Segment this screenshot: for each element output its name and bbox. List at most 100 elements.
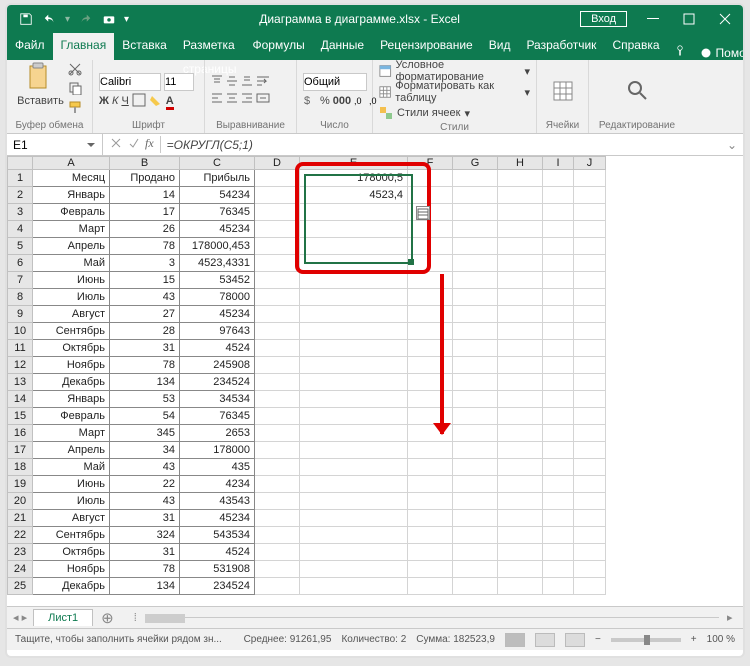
cell[interactable] (300, 306, 408, 323)
cell[interactable]: 15 (110, 272, 180, 289)
row-header[interactable]: 22 (8, 527, 33, 544)
zoom-slider[interactable] (611, 638, 681, 642)
cell[interactable] (408, 527, 453, 544)
cell[interactable] (300, 238, 408, 255)
cell[interactable] (574, 578, 606, 595)
cell[interactable]: 43 (110, 289, 180, 306)
name-box[interactable]: E1 (7, 134, 103, 156)
cell[interactable] (574, 425, 606, 442)
cell[interactable]: Август (33, 306, 110, 323)
cancel-icon[interactable] (109, 136, 123, 153)
cell[interactable] (498, 204, 543, 221)
row-header[interactable]: 24 (8, 561, 33, 578)
cell[interactable] (498, 272, 543, 289)
cell[interactable] (453, 442, 498, 459)
autofill-options-icon[interactable] (416, 206, 430, 220)
row-header[interactable]: 16 (8, 425, 33, 442)
cell[interactable] (498, 425, 543, 442)
cell[interactable]: 17 (110, 204, 180, 221)
cell[interactable]: Ноябрь (33, 561, 110, 578)
cell[interactable] (498, 459, 543, 476)
row-header[interactable]: 17 (8, 442, 33, 459)
cell[interactable] (543, 544, 574, 561)
cell[interactable] (255, 425, 300, 442)
cell[interactable] (453, 476, 498, 493)
row-header[interactable]: 11 (8, 340, 33, 357)
cell[interactable] (300, 459, 408, 476)
expand-formula-icon[interactable]: ⌄ (721, 138, 743, 152)
cell[interactable]: Месяц (33, 170, 110, 187)
cell[interactable]: 31 (110, 544, 180, 561)
cell-styles-button[interactable]: Стили ячеек ▾ (379, 104, 530, 122)
cell[interactable]: 45234 (180, 221, 255, 238)
cell[interactable] (255, 187, 300, 204)
cell[interactable] (543, 374, 574, 391)
cell[interactable]: Июнь (33, 476, 110, 493)
cell[interactable] (408, 561, 453, 578)
table-format-button[interactable]: Форматировать как таблицу ▾ (379, 83, 530, 101)
cell[interactable]: 4524 (180, 544, 255, 561)
cell[interactable]: Апрель (33, 238, 110, 255)
cell[interactable] (300, 544, 408, 561)
cell[interactable] (574, 187, 606, 204)
row-header[interactable]: 19 (8, 476, 33, 493)
cells-icon[interactable] (552, 76, 574, 106)
cell[interactable] (498, 408, 543, 425)
row-header[interactable]: 14 (8, 391, 33, 408)
cell[interactable] (255, 323, 300, 340)
cell[interactable]: 43 (110, 493, 180, 510)
cell[interactable]: 234524 (180, 374, 255, 391)
cell[interactable] (543, 170, 574, 187)
copy-icon[interactable] (68, 81, 82, 98)
row-header[interactable]: 3 (8, 204, 33, 221)
cell[interactable] (255, 289, 300, 306)
cell[interactable] (543, 510, 574, 527)
cell[interactable] (255, 238, 300, 255)
format-painter-icon[interactable] (68, 100, 82, 117)
sheet-tab[interactable]: Лист1 (33, 609, 93, 626)
cell[interactable] (498, 187, 543, 204)
cell[interactable] (300, 323, 408, 340)
cell[interactable]: 78000 (180, 289, 255, 306)
cell[interactable] (453, 493, 498, 510)
cell[interactable] (255, 340, 300, 357)
cell[interactable] (453, 459, 498, 476)
cell[interactable] (498, 170, 543, 187)
cell[interactable] (408, 323, 453, 340)
cell[interactable] (300, 357, 408, 374)
cell[interactable] (574, 306, 606, 323)
cell[interactable] (574, 272, 606, 289)
cell[interactable]: 27 (110, 306, 180, 323)
cell[interactable] (408, 170, 453, 187)
view-pagebreak-icon[interactable] (565, 633, 585, 647)
cell[interactable] (300, 374, 408, 391)
cell[interactable] (543, 527, 574, 544)
cell[interactable]: 34534 (180, 391, 255, 408)
cell[interactable] (453, 204, 498, 221)
row-header[interactable]: 6 (8, 255, 33, 272)
cell[interactable] (255, 391, 300, 408)
cell[interactable] (255, 561, 300, 578)
cell[interactable]: 4524 (180, 340, 255, 357)
cell[interactable] (408, 493, 453, 510)
find-icon[interactable] (626, 76, 648, 106)
row-header[interactable]: 25 (8, 578, 33, 595)
hscroll[interactable] (145, 617, 719, 618)
cell[interactable] (408, 578, 453, 595)
tab-assist[interactable]: Помощн (692, 46, 745, 60)
cell[interactable] (543, 238, 574, 255)
cell[interactable]: Март (33, 425, 110, 442)
cell[interactable] (498, 340, 543, 357)
cell[interactable] (408, 187, 453, 204)
cell[interactable] (453, 221, 498, 238)
row-header[interactable]: 20 (8, 493, 33, 510)
cell[interactable] (574, 204, 606, 221)
fx-icon[interactable]: fx (145, 136, 154, 153)
cell[interactable]: Прибыль (180, 170, 255, 187)
cell[interactable]: 345 (110, 425, 180, 442)
inc-decimal-icon[interactable]: ,0 (354, 94, 366, 109)
row-header[interactable]: 7 (8, 272, 33, 289)
cell[interactable] (498, 544, 543, 561)
cell[interactable] (408, 340, 453, 357)
cell[interactable] (255, 544, 300, 561)
